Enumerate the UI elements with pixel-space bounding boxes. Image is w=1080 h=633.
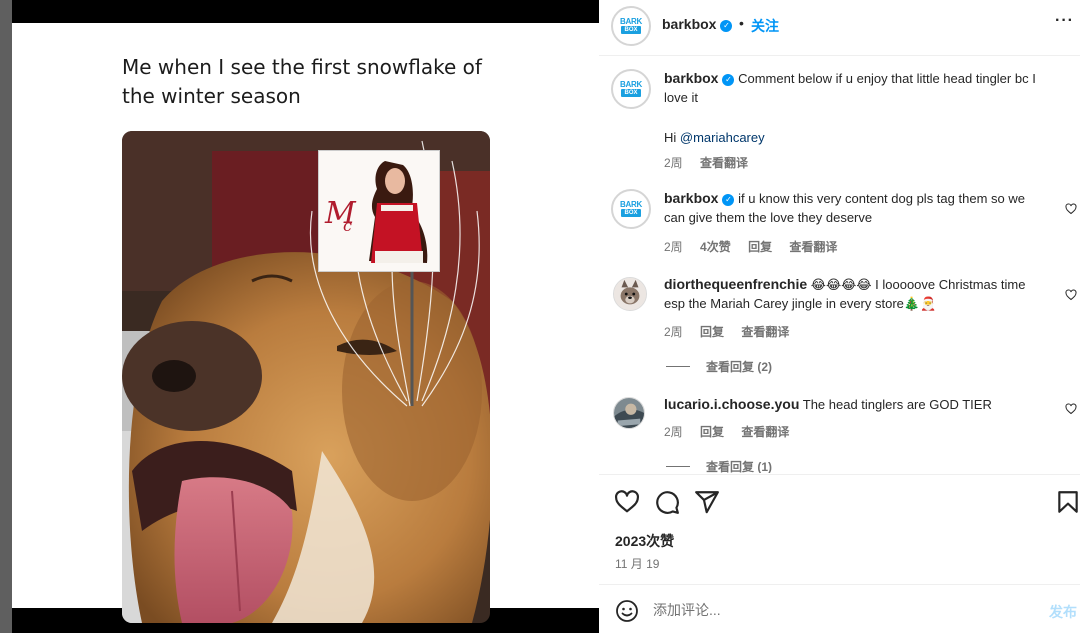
view-replies-button[interactable]: 查看回复 (2)	[666, 358, 772, 375]
like-comment-heart-icon[interactable]	[1065, 203, 1077, 215]
post-author-name[interactable]: barkbox	[662, 16, 716, 32]
barkbox-logo: BARK BOX	[616, 74, 646, 104]
svg-text:M: M	[324, 196, 357, 231]
post-media[interactable]: Me when I see the first snowflake of the…	[12, 0, 599, 633]
view-replies-label[interactable]: 查看回复 (2)	[706, 360, 772, 374]
user-avatar-image	[614, 398, 644, 428]
likes-count[interactable]: 2023次赞	[615, 531, 674, 551]
comment-time[interactable]: 2周	[664, 425, 683, 439]
comment-text: Comment below if u enjoy that little hea…	[664, 71, 1036, 105]
comment-bubble-icon[interactable]	[654, 489, 680, 515]
reply-button[interactable]: 回复	[700, 425, 724, 439]
barkbox-logo: BARK BOX	[616, 11, 646, 41]
comment-composer: 发布	[599, 584, 1080, 633]
comment-item: diorthequeenfrenchie 😂😂😂😂 I looooove Chr…	[611, 275, 1077, 370]
post-comment-button[interactable]: 发布	[1049, 602, 1077, 622]
french-bulldog-avatar-image	[614, 278, 646, 310]
verified-badge-icon: ✓	[722, 194, 735, 206]
replies-divider-line	[666, 466, 690, 467]
like-comment-heart-icon[interactable]	[1065, 403, 1077, 415]
see-translation-button[interactable]: 查看翻译	[789, 240, 837, 254]
barkbox-logo: BARK BOX	[616, 194, 646, 224]
separator-dot: •	[739, 15, 744, 31]
comment-extra-prefix: Hi	[664, 130, 680, 145]
replies-divider-line	[666, 366, 690, 367]
comment-time[interactable]: 2周	[664, 156, 683, 170]
share-send-icon[interactable]	[694, 489, 720, 515]
overlay-dim-edge	[0, 0, 12, 633]
like-heart-icon[interactable]	[614, 489, 640, 515]
comment-item: lucario.i.choose.you The head tinglers a…	[611, 395, 1077, 455]
avatar[interactable]: BARK BOX	[611, 6, 651, 46]
post-author[interactable]: barkbox ✓	[662, 16, 733, 32]
comment-body: diorthequeenfrenchie 😂😂😂😂 I looooove Chr…	[664, 275, 1049, 313]
avatar[interactable]: BARK BOX	[611, 189, 651, 229]
see-translation-button[interactable]: 查看翻译	[741, 325, 789, 339]
comment-body: barkbox ✓ if u know this very content dog…	[664, 189, 1049, 227]
comments-list[interactable]: BARK BOX barkbox ✓ Comment below if u enjo…	[599, 57, 1080, 473]
view-replies-button[interactable]: 查看回复 (1)	[666, 458, 772, 473]
emoji-icon[interactable]	[615, 599, 639, 623]
post-date[interactable]: 11 月 19	[615, 555, 659, 572]
comment-meta: 2周 回复 查看翻译	[664, 323, 803, 340]
comment-username[interactable]: lucario.i.choose.you	[664, 396, 799, 412]
comment-body: lucario.i.choose.you The head tinglers a…	[664, 395, 1049, 414]
post-detail-panel: BARK BOX barkbox ✓ • 关注 ··· BARK BOX barkbo…	[599, 0, 1080, 633]
avatar[interactable]: BARK BOX	[611, 69, 651, 109]
verified-badge-icon: ✓	[720, 20, 733, 32]
like-comment-heart-icon[interactable]	[1065, 289, 1077, 301]
avatar[interactable]	[613, 277, 647, 311]
more-options-icon[interactable]: ···	[1055, 12, 1074, 30]
post-header: BARK BOX barkbox ✓ • 关注 ···	[599, 0, 1080, 56]
album-cover-image: M c	[318, 150, 440, 272]
reply-button[interactable]: 回复	[748, 240, 772, 254]
comment-likes[interactable]: 4次赞	[700, 240, 731, 254]
comment-text: The head tinglers are GOD TIER	[802, 397, 992, 412]
comment-time[interactable]: 2周	[664, 240, 683, 254]
comment-username[interactable]: diorthequeenfrenchie	[664, 276, 807, 292]
follow-button[interactable]: 关注	[751, 16, 779, 36]
mention-link[interactable]: @mariahcarey	[680, 130, 765, 145]
meme-sheet: Me when I see the first snowflake of the…	[12, 23, 599, 623]
comment-body: barkbox ✓ Comment below if u enjoy that l…	[664, 69, 1049, 107]
comment-extra-line: Hi @mariahcarey	[664, 128, 1049, 147]
view-replies-label[interactable]: 查看回复 (1)	[706, 460, 772, 473]
comment-meta: 2周 回复 查看翻译	[664, 423, 803, 440]
verified-badge-icon: ✓	[722, 74, 735, 86]
avatar[interactable]	[613, 397, 645, 429]
comment-time[interactable]: 2周	[664, 325, 683, 339]
comment-item: BARK BOX barkbox ✓ if u know this very con…	[611, 189, 1077, 259]
comment-meta: 2周 查看翻译	[664, 154, 762, 171]
save-bookmark-icon[interactable]	[1055, 489, 1080, 515]
post-actions: 2023次赞 11 月 19	[599, 474, 1080, 584]
album-cover-illustration: M c	[319, 151, 439, 271]
meme-caption: Me when I see the first snowflake of the…	[122, 55, 482, 108]
see-translation-button[interactable]: 查看翻译	[741, 425, 789, 439]
svg-text:c: c	[343, 216, 352, 235]
caption-comment: BARK BOX barkbox ✓ Comment below if u enjo…	[611, 69, 1071, 179]
see-translation-button[interactable]: 查看翻译	[700, 156, 748, 170]
comment-username[interactable]: barkbox	[664, 190, 718, 206]
comment-username[interactable]: barkbox	[664, 70, 718, 86]
comment-meta: 2周 4次赞 回复 查看翻译	[664, 238, 851, 255]
reply-button[interactable]: 回复	[700, 325, 724, 339]
add-comment-input[interactable]	[653, 597, 1033, 623]
